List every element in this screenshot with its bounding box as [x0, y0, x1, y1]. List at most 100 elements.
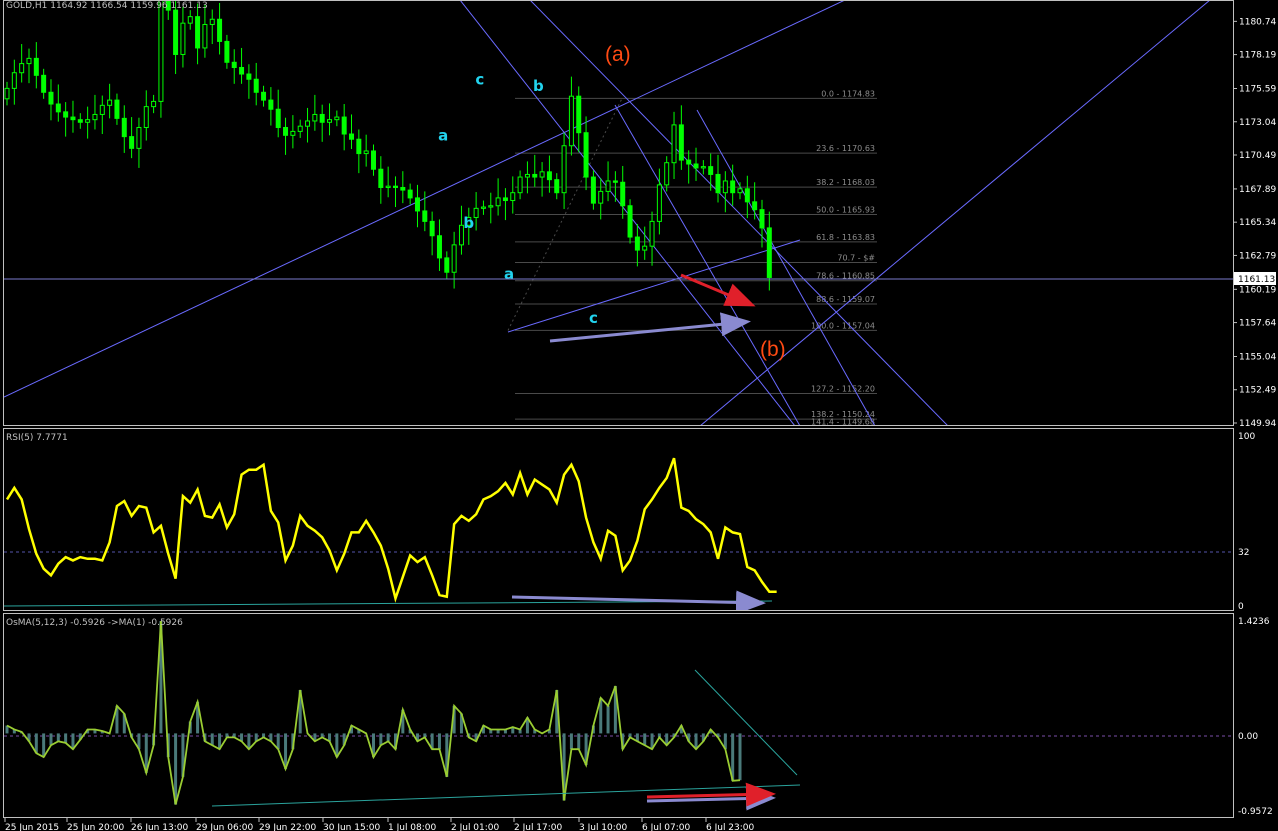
candle-body [356, 138, 362, 155]
candle-body [180, 22, 186, 55]
fib-level-label: 0.0 - 1174.83 [821, 89, 875, 98]
candle-body [121, 117, 127, 138]
candle-body [634, 236, 640, 251]
candle-body [92, 113, 98, 121]
wave-label-small: b [533, 77, 544, 95]
symbol-title: GOLD,H1 1164.92 1166.54 1159.96 1161.13 [6, 1, 208, 11]
price-tick-label: 1165.34 [1239, 218, 1276, 228]
price-tick-label: 1167.89 [1239, 185, 1276, 195]
candle-body [363, 150, 369, 155]
candle-body [730, 180, 736, 194]
candle-body [546, 171, 552, 181]
price-tick-label: 1149.94 [1239, 419, 1276, 429]
candle-body [480, 206, 486, 209]
rsi-tick: 32 [1238, 548, 1249, 558]
fib-level-label: 50.0 - 1165.93 [816, 205, 875, 214]
candle-body [583, 132, 589, 178]
candle-body [305, 120, 311, 127]
time-tick-label: 2 Jul 17:00 [514, 823, 563, 831]
candle-body [26, 57, 32, 65]
wave-label-big-a: (a) [605, 43, 631, 66]
candle-body [261, 91, 267, 101]
price-tick-label: 1157.64 [1239, 319, 1276, 329]
candle-body [290, 130, 296, 136]
candle-body [429, 220, 435, 237]
candle-body [539, 171, 545, 178]
price-tick-label: 1160.19 [1239, 285, 1276, 295]
time-tick-label: 6 Jul 07:00 [642, 823, 691, 831]
price-tick-label: 1152.49 [1239, 386, 1276, 396]
candle-body [451, 244, 457, 273]
candle-body [19, 63, 25, 74]
candle-body [612, 180, 618, 183]
candle-body [11, 72, 17, 89]
candle-body [576, 95, 582, 134]
candle-body [686, 159, 692, 165]
wave-label-big-b: (b) [760, 338, 786, 361]
osma-tick: 1.4236 [1238, 617, 1270, 627]
candle-body [202, 23, 208, 49]
time-tick-label: 30 Jun 15:00 [323, 823, 380, 831]
time-tick-label: 26 Jun 13:00 [131, 823, 188, 831]
candle-body [297, 125, 303, 132]
candle-body [136, 126, 142, 149]
candle-body [524, 173, 530, 178]
time-tick-label: 29 Jun 22:00 [259, 823, 316, 831]
osma-tick: 0.00 [1238, 732, 1258, 742]
candle-body [708, 166, 714, 175]
candle-body [283, 126, 289, 136]
wave-label-small: a [504, 265, 514, 283]
candle-body [642, 245, 648, 251]
candle-body [158, 1, 164, 102]
candle-body [327, 119, 333, 123]
price-tick-label: 1155.04 [1239, 352, 1276, 362]
candle-body [752, 201, 758, 211]
fib-level-label: 88.6 - 1159.07 [816, 295, 875, 304]
time-tick-label: 3 Jul 10:00 [579, 823, 628, 831]
price-tick-label: 1170.49 [1239, 151, 1276, 161]
candle-body [715, 173, 721, 194]
wave-label-small: b [463, 214, 474, 232]
candle-body [554, 179, 560, 194]
candle-body [48, 91, 54, 105]
candle-body [231, 61, 237, 69]
candle-body [99, 104, 105, 115]
time-tick-label: 1 Jul 08:00 [388, 823, 437, 831]
candle-body [664, 162, 670, 186]
rsi-tick: 0 [1238, 602, 1244, 612]
candle-body [268, 99, 274, 110]
candle-body [246, 73, 252, 80]
candle-body [517, 176, 523, 194]
candle-body [143, 106, 149, 128]
candle-body [407, 189, 413, 199]
candle-body [224, 40, 230, 63]
candle-body [55, 103, 61, 113]
fib-level-label: 127.2 - 1152.20 [811, 385, 875, 394]
osma-title: OsMA(5,12,3) -0.5926 ->MA(1) -0.5926 [6, 618, 183, 628]
candle-body [722, 180, 728, 194]
candle-body [678, 124, 684, 161]
candle-body [378, 168, 384, 188]
candle-body [422, 210, 428, 222]
candle-body [488, 205, 494, 208]
candle-body [766, 227, 772, 278]
candle-body [700, 166, 706, 169]
fib-level-label: 23.6 - 1170.63 [816, 144, 875, 153]
candle-body [495, 197, 501, 207]
candle-body [70, 116, 76, 121]
candle-body [275, 108, 281, 128]
candle-body [436, 235, 442, 259]
candle-body [129, 136, 135, 149]
candle-body [33, 57, 39, 76]
candle-body [605, 180, 611, 192]
rsi-title: RSI(5) 7.7771 [6, 433, 68, 443]
time-tick-label: 6 Jul 23:00 [706, 823, 755, 831]
candle-body [414, 197, 420, 212]
candle-body [620, 181, 626, 207]
candle-body [759, 209, 765, 229]
candle-body [187, 16, 193, 24]
candle-body [561, 145, 567, 194]
candle-body [85, 119, 91, 123]
candle-body [532, 173, 538, 178]
candle-body [371, 150, 376, 170]
